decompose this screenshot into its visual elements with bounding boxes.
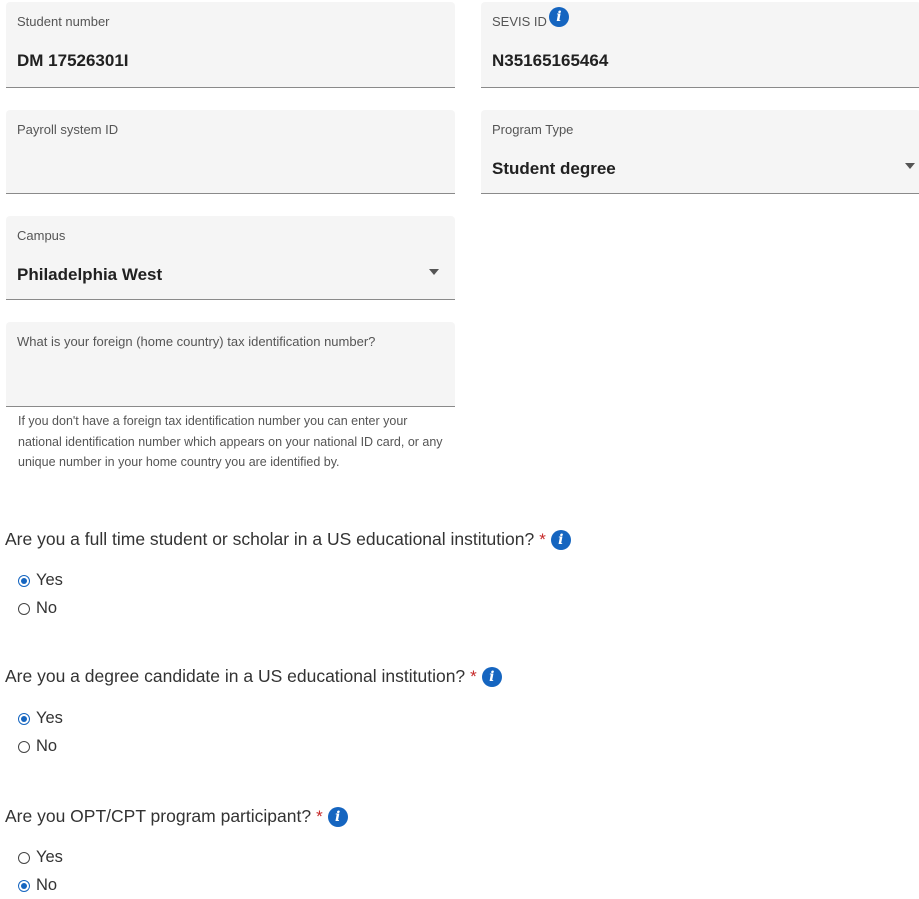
program-type-select[interactable]: Program Type Student degree — [481, 110, 919, 194]
caret-down-icon[interactable] — [429, 269, 439, 275]
radio-icon[interactable] — [18, 712, 30, 725]
radio-option-no[interactable]: No — [18, 737, 57, 756]
student-number-field[interactable]: Student number DM 17526301I — [6, 2, 455, 88]
radio-icon[interactable] — [18, 740, 30, 753]
required-mark: * — [470, 666, 477, 686]
radio-label: Yes — [36, 848, 63, 866]
radio-option-yes[interactable]: Yes — [18, 709, 63, 728]
info-icon[interactable]: i — [550, 529, 571, 550]
radio-option-no[interactable]: No — [18, 599, 57, 618]
radio-label: Yes — [36, 709, 63, 727]
question-text: Are you a full time student or scholar i… — [5, 529, 535, 549]
question-full-time-student: Are you a full time student or scholar i… — [5, 529, 571, 550]
info-icon[interactable]: i — [548, 7, 569, 27]
campus-label: Campus — [17, 228, 66, 243]
foreign-tax-id-label: What is your foreign (home country) tax … — [17, 334, 376, 349]
question-text: Are you a degree candidate in a US educa… — [5, 666, 466, 686]
sevis-id-label: SEVIS ID — [492, 14, 547, 29]
question-opt-cpt: Are you OPT/CPT program participant? * i — [5, 806, 348, 827]
radio-icon[interactable] — [18, 574, 30, 587]
payroll-id-field[interactable]: Payroll system ID — [6, 110, 455, 194]
radio-option-no[interactable]: No — [18, 876, 57, 895]
foreign-tax-help-text: If you don't have a foreign tax identifi… — [18, 414, 443, 469]
sevis-id-field[interactable]: SEVIS ID i N35165165464 — [481, 2, 919, 88]
sevis-id-label-wrap: SEVIS ID i — [492, 7, 569, 29]
radio-label: Yes — [36, 571, 63, 589]
radio-icon[interactable] — [18, 602, 30, 615]
required-mark: * — [316, 806, 323, 826]
campus-value: Philadelphia West — [17, 265, 163, 284]
caret-down-icon[interactable] — [905, 163, 915, 169]
required-mark: * — [539, 529, 546, 549]
student-number-value: DM 17526301I — [17, 51, 129, 70]
radio-label: No — [36, 876, 58, 894]
question-degree-candidate: Are you a degree candidate in a US educa… — [5, 666, 502, 687]
foreign-tax-id-field[interactable]: What is your foreign (home country) tax … — [6, 322, 455, 407]
program-type-value: Student degree — [492, 159, 616, 178]
radio-icon[interactable] — [18, 879, 30, 892]
sevis-id-value: N35165165464 — [492, 51, 609, 70]
program-type-label: Program Type — [492, 122, 574, 137]
radio-label: No — [36, 599, 58, 617]
radio-icon[interactable] — [18, 851, 30, 864]
info-icon[interactable]: i — [327, 806, 348, 827]
student-number-label: Student number — [17, 14, 110, 29]
radio-label: No — [36, 737, 58, 755]
payroll-id-label: Payroll system ID — [17, 122, 119, 137]
radio-option-yes[interactable]: Yes — [18, 848, 63, 867]
campus-select[interactable]: Campus Philadelphia West — [6, 216, 455, 300]
radio-option-yes[interactable]: Yes — [18, 571, 63, 590]
question-text: Are you OPT/CPT program participant? — [5, 806, 312, 826]
info-icon[interactable]: i — [481, 666, 502, 687]
